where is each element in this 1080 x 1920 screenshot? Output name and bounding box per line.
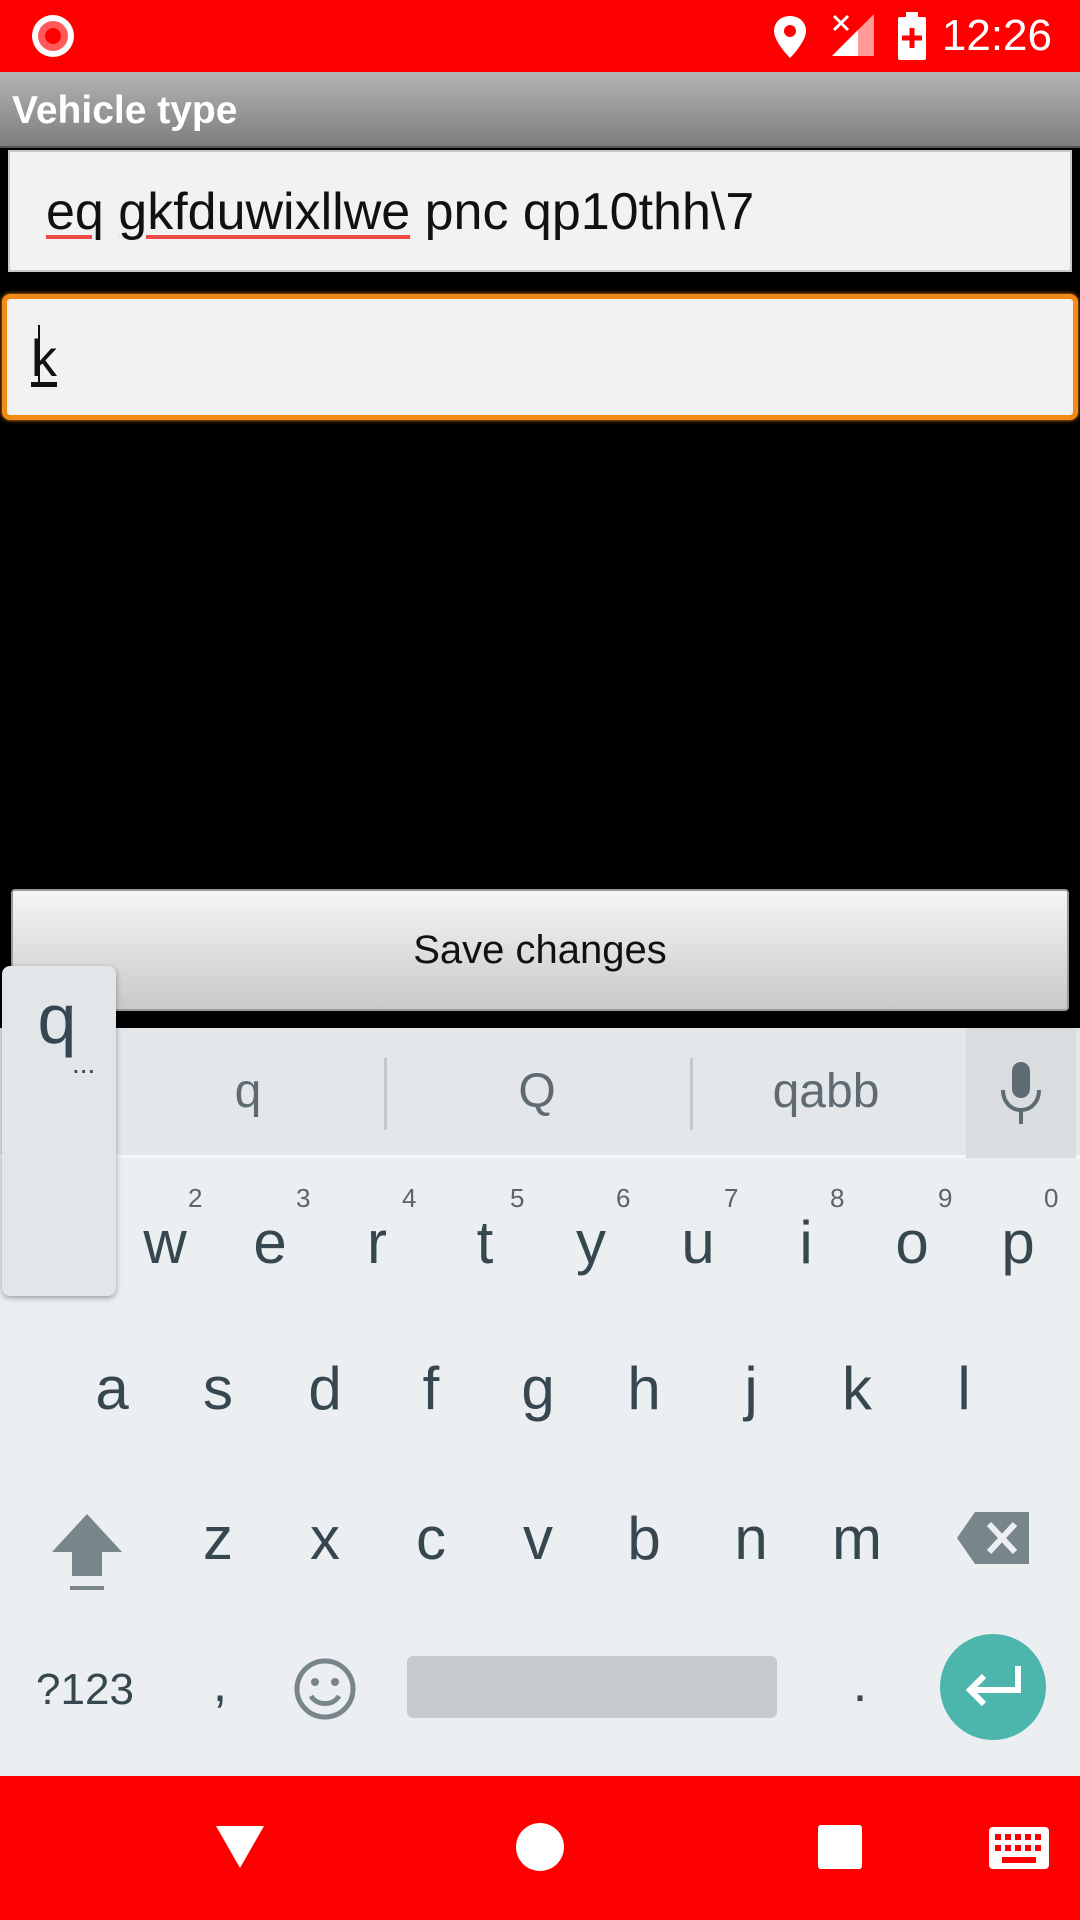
clock: 12:26 [941,11,1052,60]
emoji-icon [294,1658,356,1720]
second-input-field[interactable]: k [2,294,1078,420]
enter-key[interactable] [940,1634,1046,1740]
key-s[interactable]: s [168,1334,268,1444]
suggestion-3[interactable]: qabb [686,1060,966,1124]
shift-icon [52,1514,122,1590]
title-bar: Vehicle type [0,72,1080,148]
misspelled-word: eq [46,183,104,241]
space-key[interactable] [407,1656,777,1718]
second-input-field-text: k [31,329,57,389]
suggestion-divider [384,1058,387,1130]
key-v[interactable]: v [488,1484,588,1594]
no-signal-icon [832,14,874,56]
key-a[interactable]: a [62,1334,162,1444]
key-hint: 7 [724,1183,739,1213]
backspace-icon [957,1512,1029,1564]
enter-icon [965,1666,1021,1707]
status-bar: 12:26 [0,0,1080,72]
key-f[interactable]: f [381,1334,481,1444]
key-h[interactable]: h [594,1334,694,1444]
key-k[interactable]: k [807,1334,907,1444]
microphone-icon [1001,1062,1041,1124]
suggestion-1[interactable]: q [108,1060,388,1124]
page-title: Vehicle type [12,89,238,132]
location-icon [774,16,806,58]
battery-charging-icon [898,12,926,60]
vehicle-type-field-text: eq gkfduwixllwe pnc qp10thh\7 [46,182,754,242]
key-preview-letter: q [37,980,77,1058]
keyboard-icon[interactable] [988,1826,1050,1870]
back-icon[interactable] [214,1824,266,1870]
recents-icon[interactable] [817,1824,863,1870]
key-preview-more: ... [72,1048,96,1079]
navigation-bar [0,1776,1080,1920]
key-n[interactable]: n [701,1484,801,1594]
key-j[interactable]: j [701,1334,801,1444]
key-hint: 5 [510,1183,525,1213]
key-hint: 6 [616,1183,631,1213]
suggestion-2[interactable]: Q [397,1060,677,1124]
comma-key[interactable]: , [190,1654,250,1714]
key-hint: 4 [402,1183,417,1213]
period-key[interactable]: . [830,1654,890,1714]
home-icon[interactable] [515,1822,565,1872]
backspace-key[interactable] [955,1510,1031,1566]
field-text-rest: pnc qp10thh\7 [410,183,755,241]
shift-key[interactable] [42,1506,132,1598]
misspelled-word: gkfduwixllwe [118,183,411,241]
symbols-key[interactable]: ?123 [20,1660,150,1720]
suggestion-strip: q Q qabb [0,1028,1080,1158]
voice-input-button[interactable] [966,1028,1076,1158]
key-l[interactable]: l [914,1334,1014,1444]
key-hint: 3 [296,1183,311,1213]
composing-text: k [31,330,57,388]
key-b[interactable]: b [594,1484,694,1594]
key-hint: 9 [938,1183,953,1213]
record-icon [32,15,74,57]
key-d[interactable]: d [275,1334,375,1444]
vehicle-type-field[interactable]: eq gkfduwixllwe pnc qp10thh\7 [8,150,1072,272]
key-z[interactable]: z [168,1484,268,1594]
save-changes-button[interactable]: Save changes [11,889,1069,1011]
key-m[interactable]: m [807,1484,907,1594]
key-preview-popup: q ... [2,966,116,1296]
key-x[interactable]: x [275,1484,375,1594]
key-hint: 0 [1044,1183,1059,1213]
soft-keyboard: q Q qabb w 2 e 3 r 4 t 5 y 6 u 7 i 8 o 9… [0,1028,1080,1776]
key-c[interactable]: c [381,1484,481,1594]
key-hint: 8 [830,1183,845,1213]
key-hint: 2 [188,1183,203,1213]
emoji-key[interactable] [292,1656,358,1722]
key-g[interactable]: g [488,1334,588,1444]
